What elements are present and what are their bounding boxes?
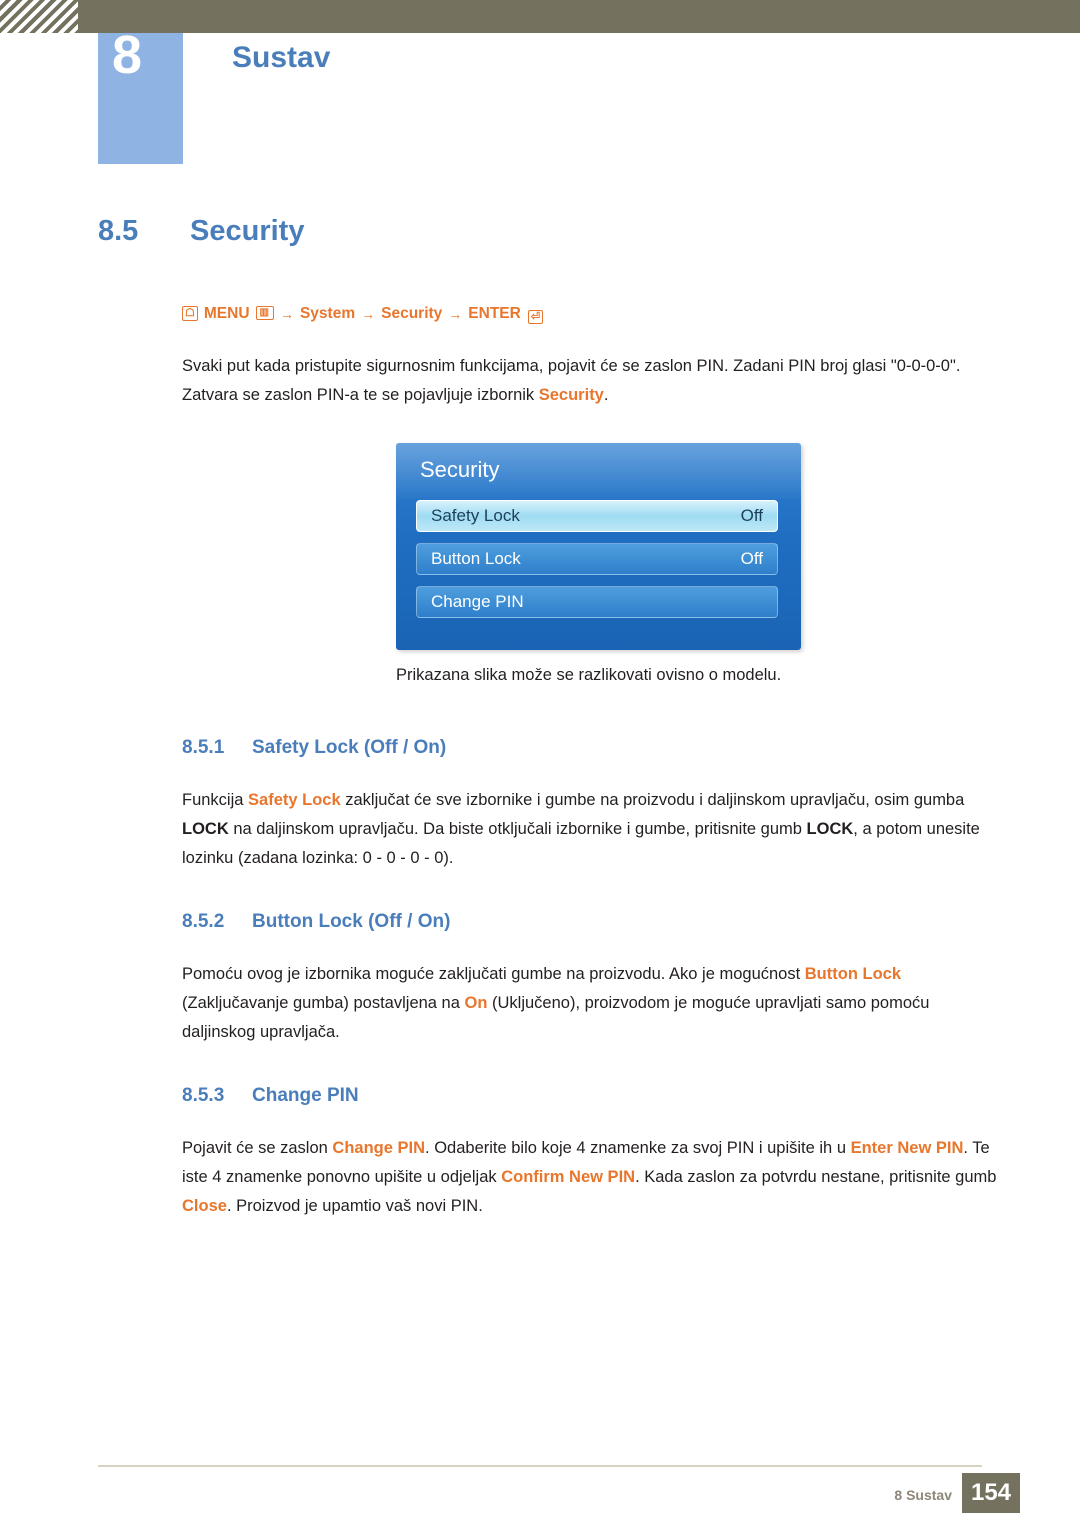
p851-h3: LOCK (806, 820, 854, 838)
p852-t1: Pomoću ovog je izbornika moguće zaključa… (182, 965, 805, 983)
p851-h1: Safety Lock (248, 791, 341, 809)
osd-row-label: Change PIN (431, 592, 524, 611)
p853-t2: . Odaberite bilo koje 4 znamenke za svoj… (425, 1139, 851, 1157)
header-hatch-pattern (0, 0, 78, 33)
p852-t2: (Zaključavanje gumba) postavljena na (182, 994, 465, 1012)
p851-t3: na daljinskom upravljaču. Da biste otklj… (228, 820, 807, 838)
menu-path-arrow-1: → (279, 306, 294, 322)
p853-h1: Change PIN (332, 1139, 426, 1157)
footer-divider (98, 1465, 982, 1467)
menu-path-arrow-3: → (448, 306, 463, 322)
p851-h2: LOCK (182, 820, 229, 838)
p851-t2: zaključat će sve izbornike i gumbe na pr… (340, 791, 965, 809)
subsection-title-851: Safety Lock (Off / On) (252, 737, 447, 758)
paragraph-852: Pomoću ovog je izbornika moguće zaključa… (182, 960, 997, 1047)
subsection-number-852: 8.5.2 (182, 911, 225, 932)
osd-row-button-lock[interactable]: Button Lock Off (416, 543, 778, 575)
osd-row-value: Off (740, 506, 763, 525)
intro-highlight-security: Security (538, 386, 604, 404)
paragraph-853: Pojavit će se zaslon Change PIN. Odaberi… (182, 1134, 997, 1221)
menu-path: ☖ MENU ▥ → System → Security → ENTER ⏎ (182, 300, 632, 328)
chapter-title: Sustav (232, 41, 331, 74)
chapter-number: 8 (112, 25, 143, 85)
section-title: Security (190, 215, 305, 247)
p852-h2: On (464, 994, 488, 1012)
intro-paragraph: Svaki put kada pristupite sigurnosnim fu… (182, 352, 982, 410)
osd-caption: Prikazana slika može se razlikovati ovis… (396, 666, 782, 684)
page-header-bar (0, 0, 1080, 33)
p852-h1: Button Lock (804, 965, 902, 983)
menu-path-enter-label: ENTER (468, 305, 521, 322)
paragraph-851: Funkcija Safety Lock zaključat će sve iz… (182, 786, 997, 873)
intro-text-2: . (603, 386, 609, 404)
subsection-number-853: 8.5.3 (182, 1085, 225, 1106)
p853-t5: . Proizvod je upamtio vaš novi PIN. (226, 1197, 483, 1215)
subsection-title-853: Change PIN (252, 1085, 359, 1106)
osd-row-label: Button Lock (431, 549, 521, 568)
p851-t1: Funkcija (182, 791, 249, 809)
osd-title: Security (420, 457, 500, 482)
p853-t4: . Kada zaslon za potvrdu nestane, pritis… (635, 1168, 997, 1186)
footer-page-number: 154 (962, 1473, 1020, 1513)
osd-security-menu: Security Safety Lock Off Button Lock Off… (396, 443, 801, 650)
menu-path-menu-label: MENU (203, 305, 250, 322)
osd-row-change-pin[interactable]: Change PIN (416, 586, 778, 618)
footer-chapter-label: 8 Sustav (894, 1487, 952, 1503)
enter-key-icon: ⏎ (527, 310, 544, 324)
section-number: 8.5 (98, 215, 139, 247)
p853-h4: Close (182, 1197, 227, 1215)
p853-t1: Pojavit će se zaslon (182, 1139, 333, 1157)
osd-row-label: Safety Lock (431, 506, 520, 525)
menu-bars-icon: ▥ (255, 306, 274, 320)
p853-h3: Confirm New PIN (501, 1168, 636, 1186)
p853-h2: Enter New PIN (850, 1139, 964, 1157)
menu-glyph-icon: ☖ (182, 305, 198, 321)
osd-row-value: Off (740, 549, 763, 568)
subsection-number-851: 8.5.1 (182, 737, 225, 758)
menu-path-system-label: System (299, 305, 356, 322)
osd-row-safety-lock[interactable]: Safety Lock Off (416, 500, 778, 532)
subsection-title-852: Button Lock (Off / On) (252, 911, 451, 932)
menu-path-arrow-2: → (361, 306, 376, 322)
menu-path-security-label: Security (381, 305, 443, 322)
